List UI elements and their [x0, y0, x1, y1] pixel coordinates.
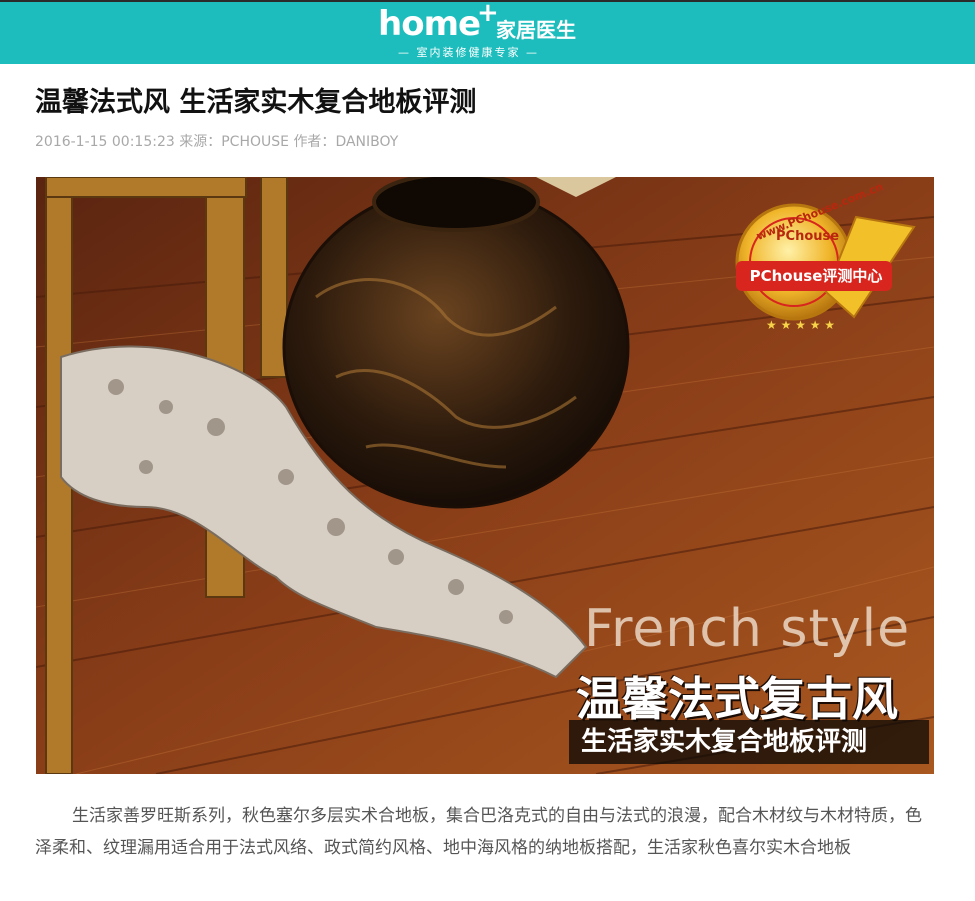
- overlay-subtitle: 生活家实木复合地板评测: [569, 720, 929, 764]
- article-paragraph: 生活家善罗旺斯系列，秋色塞尔多层实术合地板，集合巴洛克式的自由与法式的浪漫，配合…: [35, 806, 922, 858]
- badge-brand: PChouse: [776, 229, 840, 244]
- site-logo[interactable]: home + 家居医生 — 室内装修健康专家 —: [378, 0, 608, 62]
- logo-wordmark: home: [378, 4, 481, 44]
- article-author: DANIBOY: [335, 134, 399, 150]
- author-label: 作者：: [293, 134, 336, 150]
- svg-text:★ ★ ★ ★ ★: ★ ★ ★ ★ ★: [766, 318, 835, 332]
- site-header: home + 家居医生 — 室内装修健康专家 —: [0, 0, 975, 64]
- article-source[interactable]: PCHOUSE: [221, 134, 289, 150]
- article-meta: 2016-1-15 00:15:23 来源：PCHOUSE 作者：DANIBOY: [35, 131, 398, 151]
- article-date: 2016-1-15 00:15:23: [35, 134, 175, 150]
- overlay-english: French style: [584, 599, 911, 659]
- article-title: 温馨法式风 生活家实木复合地板评测: [35, 87, 477, 118]
- logo-chinese: 家居医生: [496, 18, 576, 42]
- badge-ribbon: PChouse评测中心: [749, 267, 883, 285]
- hero-image: ★ ★ ★ ★ ★ www.PChouse.com.cn PChouse PCh…: [36, 177, 934, 774]
- source-label: 来源：: [179, 134, 222, 150]
- logo-tagline: — 室内装修健康专家 —: [398, 46, 539, 59]
